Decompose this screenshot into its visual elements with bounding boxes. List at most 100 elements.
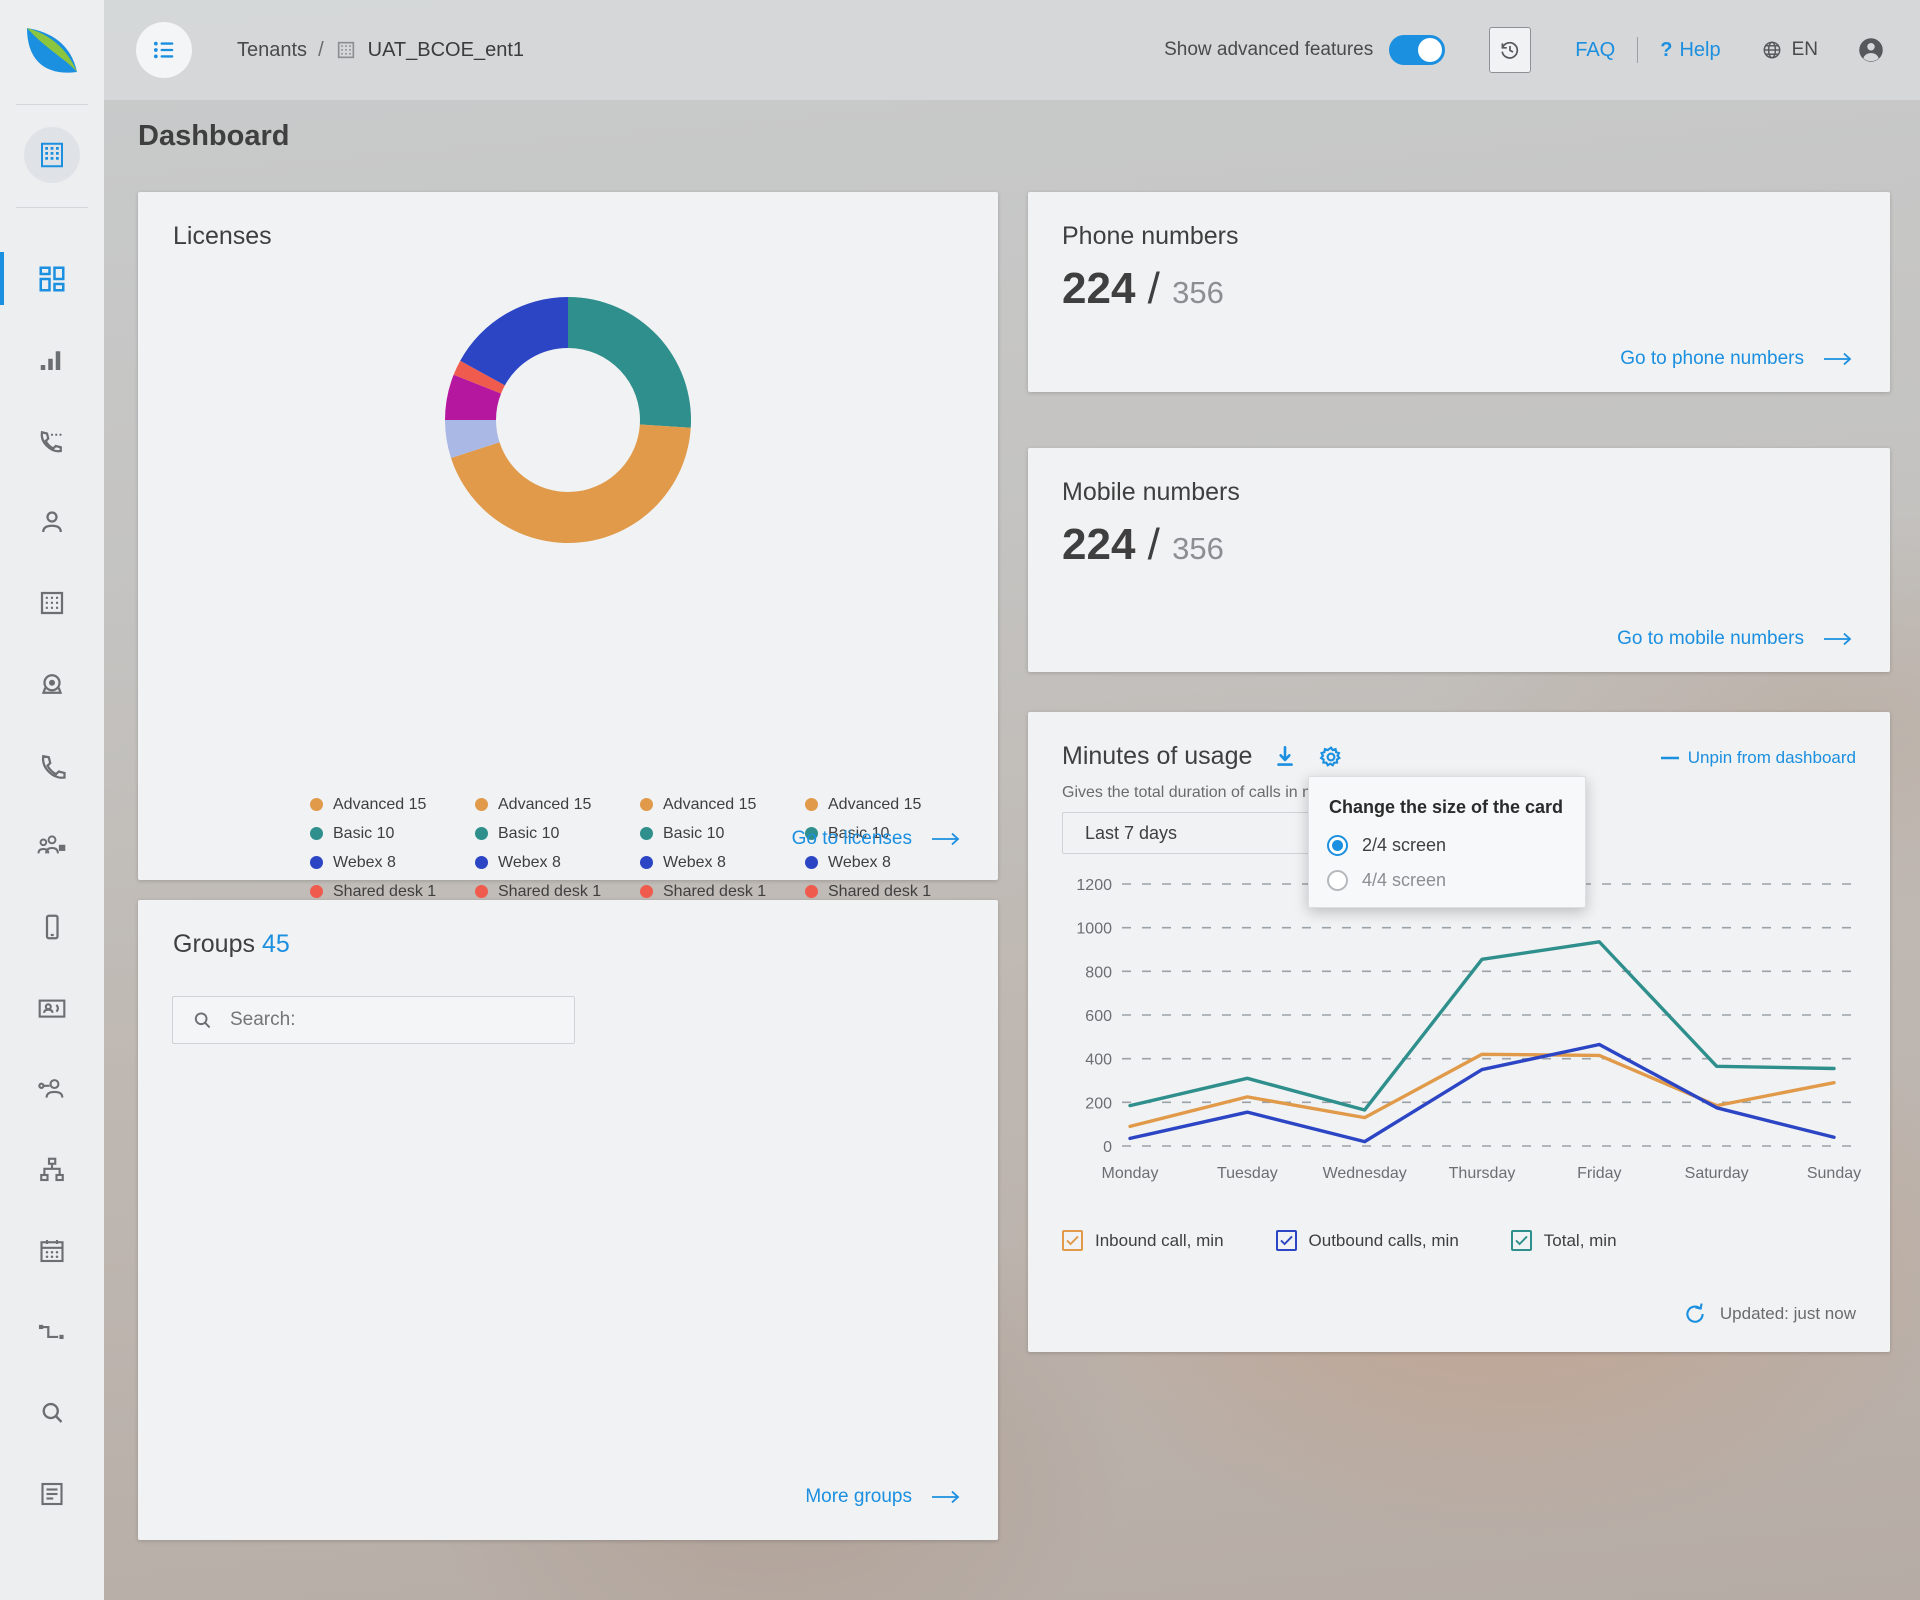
y-axis-tick-label: 200 — [1085, 1095, 1112, 1112]
phone-numbers-title: Phone numbers — [1062, 222, 1239, 251]
go-to-phone-numbers-link[interactable]: Go to phone numbers — [1620, 348, 1854, 370]
sidebar-item-calls[interactable] — [0, 724, 104, 805]
legend-color-dot — [640, 827, 653, 840]
more-groups-link[interactable]: More groups — [805, 1486, 962, 1508]
legend-item-label: Shared desk 1 — [498, 883, 601, 901]
legend-item-label: Advanced 15 — [498, 796, 591, 814]
advanced-features-toggle[interactable] — [1389, 35, 1445, 65]
legend-item[interactable]: Advanced 15 — [640, 790, 805, 819]
sidebar-item-mobile[interactable] — [0, 886, 104, 967]
card-size-popup-title: Change the size of the card — [1329, 797, 1563, 818]
legend-item[interactable]: Basic 10 — [640, 819, 805, 848]
legend-item[interactable]: Webex 8 — [310, 848, 475, 877]
chart-series-line[interactable] — [1130, 942, 1834, 1110]
faq-link[interactable]: FAQ — [1575, 39, 1615, 62]
x-axis-tick-label: Sunday — [1807, 1165, 1861, 1182]
legend-item[interactable]: Webex 8 — [805, 848, 970, 877]
series-checkbox-label: Outbound calls, min — [1309, 1231, 1459, 1251]
globe-icon — [1761, 39, 1783, 61]
legend-item[interactable]: Advanced 15 — [310, 790, 475, 819]
breadcrumb-root[interactable]: Tenants — [237, 39, 307, 62]
y-axis-tick-label: 800 — [1085, 964, 1112, 981]
legend-item[interactable]: Advanced 15 — [475, 790, 640, 819]
series-checkbox[interactable]: Total, min — [1511, 1230, 1617, 1251]
mobile-numbers-used: 224 — [1062, 520, 1135, 569]
usage-header: Minutes of usage — [1062, 742, 1344, 771]
app-logo[interactable] — [0, 0, 104, 104]
x-axis-tick-label: Friday — [1577, 1165, 1621, 1182]
legend-item[interactable]: Webex 8 — [475, 848, 640, 877]
history-clock-icon — [1498, 38, 1522, 62]
legend-item-label: Advanced 15 — [663, 796, 756, 814]
go-to-phone-numbers-label: Go to phone numbers — [1620, 348, 1804, 370]
go-to-licenses-link[interactable]: Go to licenses — [792, 828, 962, 850]
sidebar-item-search[interactable] — [0, 1372, 104, 1453]
unpin-from-dashboard-link[interactable]: Unpin from dashboard — [1661, 748, 1856, 768]
card-size-option-2-4-label: 2/4 screen — [1362, 835, 1446, 856]
checkbox-icon — [1511, 1230, 1532, 1251]
legend-color-dot — [805, 856, 818, 869]
calendar-icon — [37, 1236, 67, 1266]
groups-search-input[interactable] — [230, 1009, 530, 1031]
user-key-icon — [36, 1074, 68, 1104]
y-axis-tick-label: 600 — [1085, 1008, 1112, 1025]
help-link[interactable]: ? Help — [1660, 39, 1720, 62]
x-axis-tick-label: Thursday — [1449, 1165, 1516, 1182]
sidebar-item-groups[interactable] — [0, 805, 104, 886]
updated-label: Updated: just now — [1720, 1304, 1856, 1324]
donut-segment[interactable] — [568, 297, 691, 428]
donut-svg — [418, 270, 718, 570]
card-size-option-4-4[interactable]: 4/4 screen — [1327, 870, 1446, 891]
legend-color-dot — [310, 827, 323, 840]
go-to-mobile-numbers-link[interactable]: Go to mobile numbers — [1617, 628, 1854, 650]
radio-unselected-icon — [1327, 870, 1348, 891]
gear-icon[interactable] — [1318, 744, 1344, 770]
legend-item[interactable]: Advanced 15 — [805, 790, 970, 819]
legend-item-label: Advanced 15 — [333, 796, 426, 814]
sidebar-item-users[interactable] — [0, 481, 104, 562]
series-checkbox[interactable]: Inbound call, min — [1062, 1230, 1224, 1251]
language-selector[interactable]: EN — [1761, 39, 1818, 61]
sidebar-item-sites[interactable] — [0, 562, 104, 643]
sidebar-item-analytics[interactable] — [0, 319, 104, 400]
legend-color-dot — [475, 856, 488, 869]
mobile-numbers-value: 224 / 356 — [1062, 520, 1224, 570]
account-circle-icon — [1856, 35, 1886, 65]
sidebar-item-org-tree[interactable] — [0, 1129, 104, 1210]
legend-color-dot — [805, 885, 818, 898]
groups-title-label: Groups — [173, 930, 255, 958]
breadcrumb-tenant[interactable]: UAT_BCOE_ent1 — [368, 39, 524, 62]
sidebar-item-directory[interactable] — [0, 967, 104, 1048]
page-title: Dashboard — [138, 120, 289, 153]
sidebar-item-devices[interactable] — [0, 643, 104, 724]
mobile-numbers-card: Mobile numbers 224 / 356 Go to mobile nu… — [1028, 448, 1890, 672]
series-checkbox[interactable]: Outbound calls, min — [1276, 1230, 1459, 1251]
legend-item[interactable]: Webex 8 — [640, 848, 805, 877]
card-size-option-2-4[interactable]: 2/4 screen — [1327, 835, 1446, 856]
sidebar-item-tenants[interactable] — [24, 127, 80, 183]
refresh-icon[interactable] — [1683, 1302, 1707, 1326]
y-axis-tick-label: 1200 — [1076, 877, 1112, 894]
legend-item[interactable]: Basic 10 — [310, 819, 475, 848]
x-axis-tick-label: Saturday — [1685, 1165, 1749, 1182]
download-icon[interactable] — [1272, 744, 1298, 770]
advanced-features-label: Show advanced features — [1164, 39, 1373, 61]
sidebar-item-dashboard[interactable] — [0, 238, 104, 319]
sidebar-item-logs[interactable] — [0, 1453, 104, 1534]
go-to-licenses-label: Go to licenses — [792, 828, 912, 850]
sidebar-item-call-activity[interactable] — [0, 400, 104, 481]
sidebar-item-call-flow[interactable] — [0, 1291, 104, 1372]
top-header: Tenants / UAT_BCOE_ent1 Show advanced fe… — [104, 0, 1920, 100]
phone-numbers-slash: / — [1148, 264, 1160, 313]
history-button[interactable] — [1489, 27, 1531, 73]
legend-item-label: Webex 8 — [828, 854, 891, 872]
sidebar-item-schedules[interactable] — [0, 1210, 104, 1291]
toggle-knob — [1418, 38, 1442, 62]
y-axis-tick-label: 400 — [1085, 1052, 1112, 1069]
menu-toggle-button[interactable] — [136, 22, 192, 78]
sidebar-item-admins[interactable] — [0, 1048, 104, 1129]
legend-item[interactable]: Basic 10 — [475, 819, 640, 848]
groups-search-box[interactable] — [172, 996, 575, 1044]
account-button[interactable] — [1856, 35, 1886, 65]
phone-numbers-card: Phone numbers 224 / 356 Go to phone numb… — [1028, 192, 1890, 392]
